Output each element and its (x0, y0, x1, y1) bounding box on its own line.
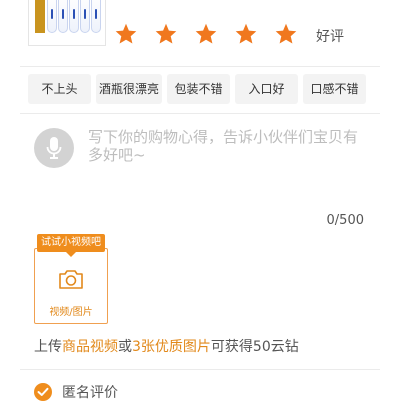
anonymous-checkbox[interactable] (34, 383, 52, 401)
rating-label: 好评 (316, 29, 344, 45)
check-icon (37, 387, 49, 396)
tag-chip[interactable]: 入口好 (235, 74, 298, 104)
rating-stars (114, 20, 314, 48)
product-box-image (35, 0, 45, 33)
star-icon[interactable] (274, 20, 314, 48)
tag-chip[interactable]: 包装不错 (167, 74, 230, 104)
divider (20, 369, 380, 370)
voice-input-button[interactable] (34, 128, 74, 168)
tip-arrow (66, 252, 76, 257)
camera-icon (59, 270, 83, 289)
star-icon[interactable] (154, 20, 194, 48)
hint-text: 上传 (34, 339, 62, 355)
divider (20, 113, 380, 114)
star-icon[interactable] (114, 20, 154, 48)
tag-chip[interactable]: 口感不错 (303, 74, 366, 104)
tag-chip[interactable]: 酒瓶很漂亮 (96, 74, 162, 104)
product-bottles-image (47, 0, 101, 33)
divider (20, 66, 380, 67)
star-icon[interactable] (194, 20, 234, 48)
anonymous-label[interactable]: 匿名评价 (62, 382, 118, 402)
tag-chip[interactable]: 不上头 (28, 74, 91, 104)
review-textarea[interactable] (88, 128, 368, 188)
reward-hint: 上传商品视频或3张优质图片可获得50云钻 (34, 336, 299, 356)
hint-text: 或 (118, 339, 132, 355)
hint-text: 可获得50云钻 (210, 339, 299, 355)
hint-highlight-images: 3张优质图片 (132, 339, 211, 355)
hint-highlight-video: 商品视频 (62, 339, 118, 355)
quick-tags: 不上头 酒瓶很漂亮 包装不错 入口好 口感不错 (28, 74, 366, 104)
star-icon[interactable] (234, 20, 274, 48)
upload-label: 视频/图片 (49, 307, 93, 318)
char-counter: 0/500 (326, 213, 364, 228)
product-thumbnail (28, 0, 106, 46)
microphone-icon (46, 137, 62, 159)
video-tip-badge: 试试小视频吧 (37, 234, 105, 252)
